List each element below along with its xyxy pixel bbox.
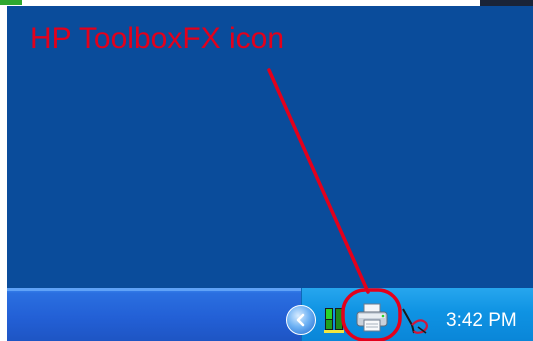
annotation-label: HP ToolboxFX icon	[30, 22, 285, 55]
hp-toolboxfx-printer-icon[interactable]	[355, 302, 389, 334]
show-hidden-icons-button[interactable]	[286, 305, 316, 335]
taskbar-clock[interactable]: 3:42 PM	[446, 309, 526, 333]
pen-tablet-icon[interactable]	[400, 303, 430, 335]
screenshot: HP ToolboxFX icon 3:42 PM	[0, 0, 533, 341]
chevron-left-icon	[296, 313, 305, 327]
network-status-icon[interactable]	[324, 306, 346, 334]
desktop-edge-strip-dark	[480, 0, 533, 6]
desktop-edge-strip	[0, 0, 22, 5]
